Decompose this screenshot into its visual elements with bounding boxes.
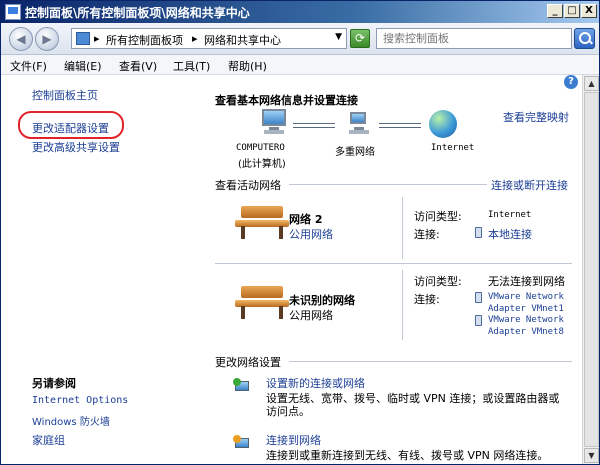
connection-line xyxy=(293,123,335,128)
internet-globe-icon xyxy=(429,110,457,138)
help-icon[interactable]: ? xyxy=(564,75,578,89)
maximize-button[interactable]: □ xyxy=(564,4,580,18)
search-input[interactable] xyxy=(377,29,571,48)
multiple-networks-icon xyxy=(344,109,374,137)
divider xyxy=(215,263,572,264)
computer-caption: (此计算机) xyxy=(238,159,286,170)
address-bar: ◀ ▶ ▸ 所有控制面板项 ▸ 网络和共享中心 ▼ ⟳ xyxy=(1,23,599,55)
refresh-icon[interactable]: ⟳ xyxy=(350,29,370,48)
network-type-link[interactable]: 公用网络 xyxy=(289,226,333,242)
title-bar: 控制面板\所有控制面板项\网络和共享中心 _ □ X xyxy=(1,1,599,23)
back-arrow-icon[interactable]: ◀ xyxy=(9,27,33,51)
control-panel-icon xyxy=(5,4,21,20)
vertical-scrollbar[interactable]: ▲ ▼ xyxy=(582,75,599,464)
menu-tools[interactable]: 工具(T) xyxy=(173,58,210,74)
active-networks-title: 查看活动网络 xyxy=(215,179,281,192)
menu-help[interactable]: 帮助(H) xyxy=(228,58,267,74)
network-name: 网络 2 xyxy=(289,213,323,226)
address-field[interactable]: ▸ 所有控制面板项 ▸ 网络和共享中心 ▼ xyxy=(71,28,347,49)
scroll-thumb[interactable] xyxy=(584,92,599,447)
divider xyxy=(289,361,572,362)
network-adapter-icon xyxy=(475,315,482,326)
window: 控制面板\所有控制面板项\网络和共享中心 _ □ X ◀ ▶ ▸ 所有控制面板项… xyxy=(0,0,600,465)
scroll-up-icon[interactable]: ▲ xyxy=(584,76,599,91)
connect-network-icon xyxy=(233,435,253,453)
see-also-title: 另请参阅 xyxy=(32,377,76,390)
change-settings-title: 更改网络设置 xyxy=(215,356,281,369)
internet-label: Internet xyxy=(431,143,475,153)
network-adapter-icon xyxy=(475,292,482,303)
network-name: 未识别的网络 xyxy=(289,294,355,307)
access-type-value: 无法连接到网络 xyxy=(488,275,565,288)
divider xyxy=(402,197,403,259)
chevron-down-icon[interactable]: ▼ xyxy=(335,32,342,42)
sidebar-item-change-adapter[interactable]: 更改适配器设置 xyxy=(32,120,109,136)
connections-label: 连接: xyxy=(414,293,440,306)
search-box[interactable] xyxy=(376,28,572,49)
access-type-label: 访问类型: xyxy=(414,210,462,223)
sidebar-item-home[interactable]: 控制面板主页 xyxy=(32,87,98,103)
close-button[interactable]: X xyxy=(581,4,597,18)
setup-connection-icon xyxy=(233,378,253,396)
content-area: 控制面板主页 更改适配器设置 更改高级共享设置 另请参阅 Internet Op… xyxy=(1,75,582,464)
forward-arrow-icon[interactable]: ▶ xyxy=(35,27,59,51)
see-also-homegroup[interactable]: 家庭组 xyxy=(32,432,65,448)
menu-file[interactable]: 文件(F) xyxy=(10,58,47,74)
connection-vmnet8-line1[interactable]: VMware Network xyxy=(488,315,564,325)
menu-view[interactable]: 查看(V) xyxy=(119,58,157,74)
setup-connection-desc-2: 访问点。 xyxy=(266,405,310,418)
minimize-button[interactable]: _ xyxy=(547,4,563,18)
see-also-firewall[interactable]: Windows 防火墙 xyxy=(32,413,110,428)
connect-network-desc: 连接到或重新连接到无线、有线、拨号或 VPN 网络连接。 xyxy=(266,449,549,462)
connection-local-link[interactable]: 本地连接 xyxy=(488,226,532,242)
divider xyxy=(402,270,403,340)
multiple-networks-label: 多重网络 xyxy=(335,147,375,158)
search-icon[interactable] xyxy=(574,28,595,49)
connection-vmnet8-line2[interactable]: Adapter VMnet8 xyxy=(488,327,564,337)
setup-connection-desc: 设置无线、宽带、拨号、临时或 VPN 连接；或设置路由器或 xyxy=(266,392,560,405)
menu-edit[interactable]: 编辑(E) xyxy=(64,58,102,74)
sidebar: 控制面板主页 更改适配器设置 更改高级共享设置 另请参阅 Internet Op… xyxy=(1,75,201,464)
access-type-label: 访问类型: xyxy=(414,275,462,288)
connections-label: 连接: xyxy=(414,228,440,241)
access-type-value: Internet xyxy=(488,210,532,220)
computer-icon xyxy=(259,109,289,137)
breadcrumb-separator-icon[interactable]: ▸ xyxy=(192,32,198,45)
connection-line xyxy=(379,123,421,128)
connection-vmnet1-line1[interactable]: VMware Network xyxy=(488,292,564,302)
breadcrumb-network-center[interactable]: 网络和共享中心 xyxy=(204,32,281,48)
sidebar-item-change-sharing[interactable]: 更改高级共享设置 xyxy=(32,139,120,155)
computer-name: COMPUTERO xyxy=(236,143,285,153)
breadcrumb-all-items[interactable]: 所有控制面板项 xyxy=(106,32,183,48)
setup-connection-link[interactable]: 设置新的连接或网络 xyxy=(266,375,365,391)
network-adapter-icon xyxy=(475,227,482,238)
window-title: 控制面板\所有控制面板项\网络和共享中心 xyxy=(25,6,250,20)
breadcrumb-separator-icon[interactable]: ▸ xyxy=(94,32,100,45)
public-network-bench-icon xyxy=(235,284,289,320)
menu-bar: 文件(F) 编辑(E) 查看(V) 工具(T) 帮助(H) xyxy=(1,55,599,75)
connection-vmnet1-line2[interactable]: Adapter VMnet1 xyxy=(488,304,564,314)
scroll-down-icon[interactable]: ▼ xyxy=(584,448,599,463)
connect-disconnect-link[interactable]: 连接或断开连接 xyxy=(491,177,568,193)
network-type: 公用网络 xyxy=(289,309,333,322)
public-network-bench-icon xyxy=(235,204,289,240)
connect-network-link[interactable]: 连接到网络 xyxy=(266,432,321,448)
view-full-map-link[interactable]: 查看完整映射 xyxy=(503,109,569,125)
control-panel-icon xyxy=(76,32,90,45)
page-title: 查看基本网络信息并设置连接 xyxy=(215,94,358,107)
divider xyxy=(289,184,487,185)
see-also-internet-options[interactable]: Internet Options xyxy=(32,395,128,406)
